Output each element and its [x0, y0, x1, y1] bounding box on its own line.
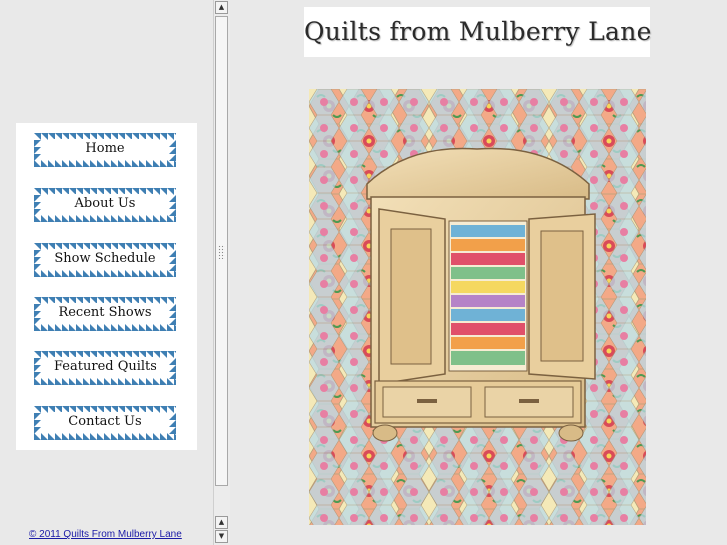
nav-show-schedule-button[interactable]: Show Schedule — [34, 243, 176, 277]
armoire-quilt-illustration — [309, 89, 646, 525]
nav-panel: Home About Us Show Schedule Recent Shows… — [16, 123, 197, 450]
site-title: Quilts from Mulberry Lane — [304, 7, 651, 57]
nav-about-label: About Us — [54, 194, 156, 214]
grip-icon — [218, 245, 225, 259]
frame-scrollbar[interactable]: ▲ ▲ ▼ — [213, 0, 230, 545]
scroll-up-lower-icon[interactable]: ▲ — [215, 516, 228, 529]
nav-recent-shows-button[interactable]: Recent Shows — [34, 297, 176, 331]
nav-show-schedule-label: Show Schedule — [54, 249, 156, 269]
arrow-down-icon[interactable]: ▼ — [215, 530, 228, 543]
nav-contact-label: Contact Us — [54, 412, 156, 432]
copyright-link[interactable]: © 2011 Quilts From Mulberry Lane — [29, 529, 182, 540]
arrow-up-icon[interactable]: ▲ — [215, 1, 228, 14]
nav-home-label: Home — [54, 139, 156, 159]
nav-home-button[interactable]: Home — [34, 133, 176, 167]
main-frame: Quilts from Mulberry Lane — [230, 0, 727, 545]
nav-about-button[interactable]: About Us — [34, 188, 176, 222]
nav-featured-quilts-button[interactable]: Featured Quilts — [34, 351, 176, 385]
scrollbar-thumb[interactable] — [215, 16, 228, 486]
navigation-frame: Home About Us Show Schedule Recent Shows… — [0, 0, 212, 545]
nav-recent-shows-label: Recent Shows — [54, 303, 156, 323]
nav-contact-button[interactable]: Contact Us — [34, 406, 176, 440]
nav-featured-quilts-label: Featured Quilts — [54, 357, 156, 377]
